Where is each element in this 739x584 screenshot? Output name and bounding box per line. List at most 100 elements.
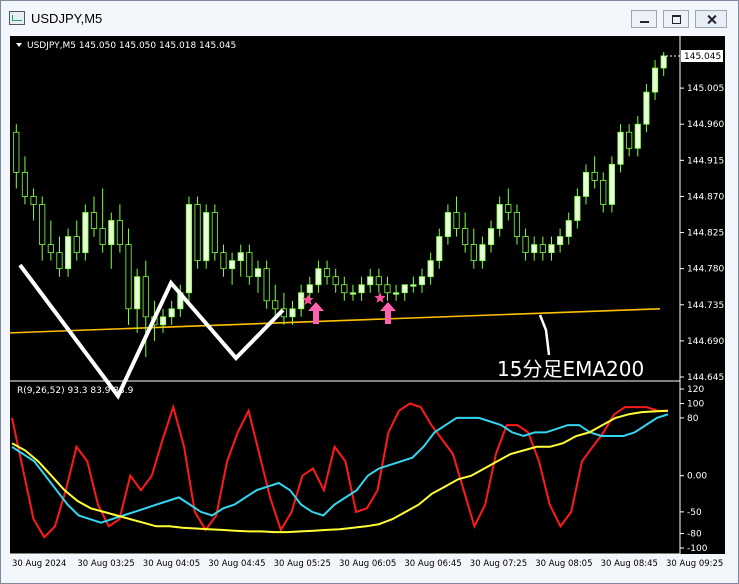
rci-tick-label: 100 xyxy=(687,399,704,409)
bull-candle xyxy=(289,308,296,318)
time-tick-label: 30 Aug 04:45 xyxy=(208,559,265,569)
time-tick-label: 30 Aug 03:25 xyxy=(77,559,134,569)
rci-tick-label: 80 xyxy=(687,414,699,424)
bull-candle xyxy=(651,67,659,93)
bull-candle xyxy=(418,276,426,286)
bull-candle xyxy=(159,316,167,326)
bull-candle xyxy=(660,55,667,69)
bull-candle xyxy=(65,236,72,270)
bear-candle xyxy=(56,252,63,270)
bear-candle xyxy=(90,212,98,229)
bull-candle xyxy=(185,204,193,294)
bear-candle xyxy=(272,300,279,310)
bear-candle xyxy=(600,179,607,205)
bear-candle xyxy=(99,228,106,245)
bear-candle xyxy=(323,268,331,278)
price-tick-label: 145.005 xyxy=(687,84,724,94)
price-tick-label: 144.735 xyxy=(687,301,724,311)
bear-candle xyxy=(30,196,37,205)
time-tick-label: 30 Aug 2024 xyxy=(12,559,66,569)
bull-candle xyxy=(349,292,357,295)
time-tick-label: 30 Aug 07:25 xyxy=(470,559,527,569)
time-tick-label: 30 Aug 09:25 xyxy=(666,559,723,569)
bear-candle xyxy=(21,171,29,197)
bear-candle xyxy=(116,220,123,245)
bull-candle xyxy=(393,292,400,295)
price-tick-label: 144.690 xyxy=(687,337,724,347)
time-tick-label: 30 Aug 06:05 xyxy=(339,559,396,569)
time-tick-label: 30 Aug 05:25 xyxy=(274,559,331,569)
main-header: USDJPY,M5 145.050 145.050 145.018 145.04… xyxy=(27,41,236,51)
bear-candle xyxy=(626,131,633,149)
bull-candle xyxy=(548,244,555,254)
bull-candle xyxy=(487,228,495,245)
price-tick-label: 144.960 xyxy=(687,120,724,130)
bull-candle xyxy=(298,292,305,310)
bull-candle xyxy=(108,220,115,245)
bull-candle xyxy=(608,163,615,205)
bull-candle xyxy=(237,252,244,262)
rci-tick-label: 0.00 xyxy=(687,472,707,482)
bear-candle xyxy=(332,276,339,286)
bear-candle xyxy=(470,244,477,262)
time-tick-label: 30 Aug 04:05 xyxy=(143,559,200,569)
bull-candle xyxy=(643,91,650,125)
bear-candle xyxy=(39,204,46,245)
bull-candle xyxy=(401,284,408,294)
price-tick-label: 144.780 xyxy=(687,265,724,275)
bear-candle xyxy=(13,131,20,173)
bear-candle xyxy=(505,204,512,213)
bull-candle xyxy=(531,244,538,254)
last-price-label: 145.045 xyxy=(684,52,721,62)
rci-tick-label: 120 xyxy=(687,385,704,395)
bull-candle xyxy=(496,204,503,229)
price-tick-label: 144.825 xyxy=(687,229,724,239)
bear-candle xyxy=(211,212,218,254)
rci-tick-label: -50 xyxy=(687,508,702,518)
ema-annotation: 15分足EMA200 xyxy=(497,357,644,381)
chart-canvas[interactable]: 145.005 144.960 144.915 144.870 144.825 144.7… xyxy=(0,0,739,584)
bull-candle xyxy=(82,212,89,254)
bull-candle xyxy=(565,220,572,237)
bull-candle xyxy=(436,236,443,262)
bear-candle xyxy=(539,244,546,254)
bull-candle xyxy=(574,196,581,221)
bull-candle xyxy=(479,244,486,262)
bear-candle xyxy=(462,228,469,245)
bull-candle xyxy=(315,268,322,286)
price-tick-label: 144.915 xyxy=(687,156,724,166)
bear-candle xyxy=(263,268,270,302)
sub-header: R(9,26,52) 93.3 83.9 83.9 xyxy=(17,386,134,396)
bull-candle xyxy=(168,308,175,318)
bear-candle xyxy=(125,244,132,310)
bull-candle xyxy=(582,171,590,197)
bear-candle xyxy=(246,252,253,278)
bull-candle xyxy=(229,260,236,270)
bull-candle xyxy=(134,276,141,310)
bear-candle xyxy=(194,204,201,262)
bull-candle xyxy=(306,284,313,294)
bear-candle xyxy=(513,212,521,237)
bull-candle xyxy=(557,236,564,245)
bear-candle xyxy=(47,244,54,254)
bull-candle xyxy=(358,284,365,294)
bear-candle xyxy=(384,284,391,294)
bull-candle xyxy=(254,268,262,278)
bull-candle xyxy=(444,212,451,237)
bull-candle xyxy=(203,212,210,262)
rci-tick-label: -100 xyxy=(687,544,708,554)
bull-candle xyxy=(410,284,417,287)
bear-candle xyxy=(142,276,149,318)
bear-candle xyxy=(591,171,598,181)
time-tick-label: 30 Aug 06:45 xyxy=(404,559,461,569)
bull-candle xyxy=(367,276,374,286)
bull-candle xyxy=(634,123,641,149)
time-tick-label: 30 Aug 08:45 xyxy=(601,559,658,569)
bear-candle xyxy=(73,236,80,254)
bull-candle xyxy=(427,260,434,278)
bear-candle xyxy=(375,276,382,286)
bear-candle xyxy=(220,252,227,270)
price-tick-label: 144.870 xyxy=(687,192,724,202)
bear-candle xyxy=(522,236,529,254)
bear-candle xyxy=(453,212,460,229)
